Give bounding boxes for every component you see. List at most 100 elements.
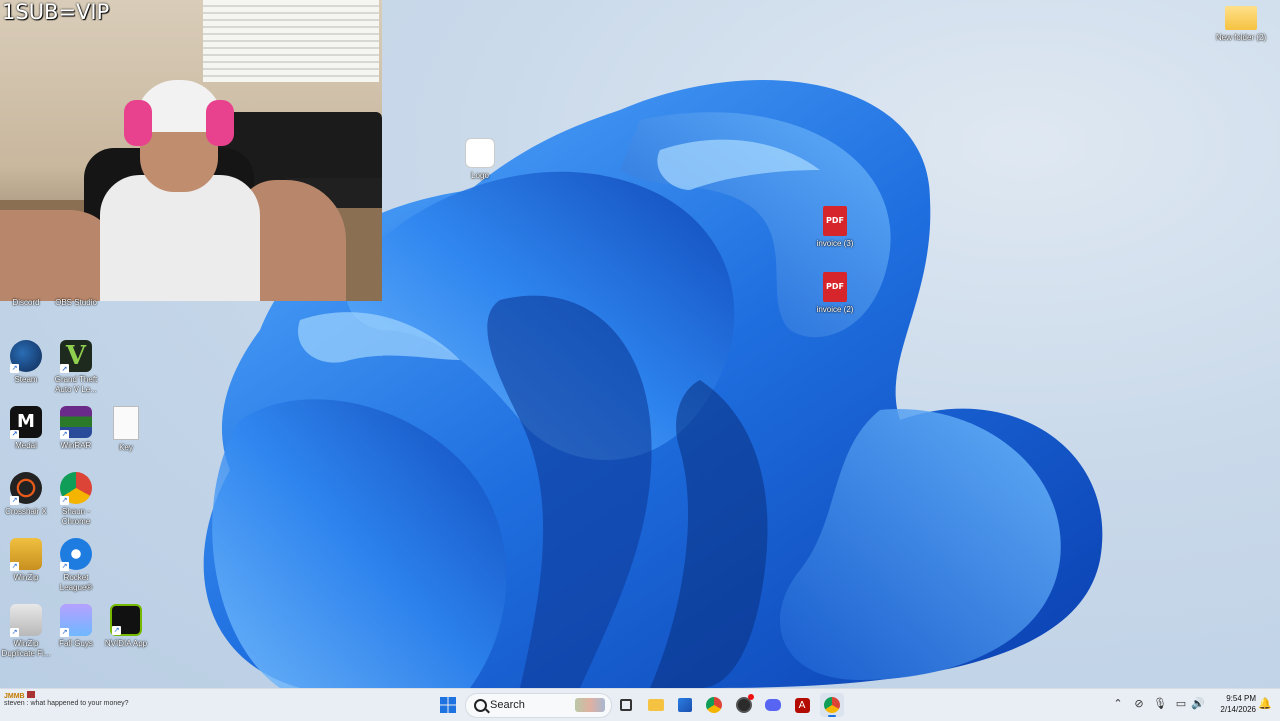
shortcut-arrow-icon: ↗	[60, 628, 69, 637]
desktop-icon-new-folder[interactable]: New folder (2)	[1215, 6, 1267, 43]
desktop-icon-label: Medal	[15, 441, 37, 450]
window-blinds	[203, 0, 379, 82]
rocket-league-icon: ↗	[60, 538, 92, 571]
nvidia-icon: ↗	[110, 604, 142, 636]
desktop-icon-label: Grand Theft Auto V Le...	[54, 375, 98, 394]
desktop-icon-key[interactable]: Key	[100, 406, 152, 453]
taskbar-file-explorer[interactable]	[644, 693, 668, 717]
desktop-icon-logo[interactable]: Logo	[454, 138, 506, 181]
network-icon: ▭	[1175, 697, 1187, 710]
gta-v-icon: V ↗	[60, 340, 92, 373]
search-icon	[474, 699, 487, 712]
chrome-icon	[824, 697, 840, 713]
desktop-icon-rocket-league[interactable]: ↗ Rocket League®	[50, 538, 102, 593]
search-highlight-icon	[575, 698, 605, 712]
fall-guys-icon: ↗	[60, 604, 92, 637]
desktop-icon-invoice-2[interactable]: PDF invoice (2)	[809, 272, 861, 315]
shortcut-arrow-icon: ↗	[60, 496, 69, 505]
desktop-icon-nvidia[interactable]: ↗ NVIDIA App	[100, 604, 152, 649]
stream-chat-overlay: JMMB steven : what happened to your mone…	[4, 691, 129, 707]
shortcut-arrow-icon: ↗	[60, 364, 69, 373]
active-indicator	[828, 715, 836, 717]
network-button[interactable]: ▭	[1174, 697, 1188, 711]
shortcut-arrow-icon: ↗	[10, 430, 19, 439]
notification-bell-icon: 🔔	[1258, 697, 1272, 710]
recording-dot-icon	[748, 694, 754, 700]
shortcut-arrow-icon: ↗	[10, 562, 19, 571]
desktop-icon-label: Shaun - Chrome	[61, 507, 91, 526]
shortcut-arrow-icon: ↗	[10, 628, 19, 637]
desktop-icon-obs[interactable]: OBS Studio	[50, 298, 102, 308]
system-clock[interactable]: 9:54 PM 2/14/2026	[1210, 693, 1256, 715]
desktop-icon-fall-guys[interactable]: ↗ Fall Guys	[50, 604, 102, 649]
person-shirt	[100, 175, 260, 301]
store-icon	[678, 698, 692, 712]
shortcut-arrow-icon: ↗	[60, 430, 69, 439]
desktop-icon-winzip[interactable]: ↗ WinZip	[0, 538, 52, 583]
desktop-icon-medal[interactable]: M ↗ Medal	[0, 406, 52, 451]
volume-button[interactable]: 🔊	[1191, 697, 1205, 711]
steam-icon: ↗	[10, 340, 42, 373]
desktop-icon-label: OBS Studio	[55, 298, 97, 307]
taskbar-discord[interactable]	[761, 693, 785, 717]
desktop-icon-label: Crosshair X	[5, 507, 47, 516]
desktop-icon-label: invoice (2)	[816, 305, 854, 314]
start-button[interactable]	[436, 693, 460, 717]
desktop-icon-invoice-3[interactable]: PDF invoice (3)	[809, 206, 861, 249]
chevron-up-icon: ⌃	[1113, 697, 1123, 710]
microphone-button[interactable]: 🎙	[1153, 697, 1167, 711]
desktop-icon-chrome-shaun[interactable]: ↗ Shaun - Chrome	[50, 472, 102, 527]
taskbar-acrobat[interactable]: A	[790, 693, 814, 717]
desktop: 1SUB=VIP Discord OBS Studio ↗ Steam V ↗ G…	[0, 0, 1280, 688]
folder-icon	[648, 699, 664, 711]
desktop-icon-gta[interactable]: V ↗ Grand Theft Auto V Le...	[50, 340, 102, 395]
shortcut-arrow-icon: ↗	[10, 364, 19, 373]
volume-icon: 🔊	[1191, 697, 1205, 710]
microphone-icon: 🎙	[1153, 697, 1167, 710]
shortcut-arrow-icon: ↗	[60, 562, 69, 571]
acrobat-icon: A	[794, 697, 810, 713]
notifications-button[interactable]: 🔔	[1258, 697, 1272, 711]
chrome-icon	[706, 697, 722, 713]
shortcut-arrow-icon: ↗	[10, 496, 19, 505]
taskbar-obs[interactable]	[732, 693, 756, 717]
desktop-icon-discord[interactable]: Discord	[0, 298, 52, 308]
tray-app-button[interactable]: ⊘	[1132, 697, 1146, 711]
pdf-icon: PDF	[823, 206, 847, 236]
winzip-icon: ↗	[10, 538, 42, 571]
desktop-icon-label: Discord	[12, 298, 40, 307]
show-hidden-icons-button[interactable]: ⌃	[1111, 697, 1125, 711]
chrome-icon: ↗	[60, 472, 92, 505]
taskbar-task-view[interactable]	[614, 693, 638, 717]
desktop-icon-label: New folder (2)	[1215, 33, 1267, 42]
desktop-icon-winrar[interactable]: ↗ WinRAR	[50, 406, 102, 451]
webcam-overlay: 1SUB=VIP	[0, 0, 382, 301]
text-file-icon	[113, 406, 139, 440]
desktop-icon-label: WinRAR	[60, 441, 92, 450]
tray-app-icon: ⊘	[1134, 697, 1144, 710]
medal-icon: M ↗	[10, 406, 42, 439]
taskbar-chrome[interactable]	[702, 693, 726, 717]
desktop-icon-label: WinZip	[13, 573, 39, 582]
taskbar-microsoft-store[interactable]	[673, 693, 697, 717]
desktop-icon-label: Logo	[471, 171, 489, 180]
desktop-icon-crosshair[interactable]: ↗ Crosshair X	[0, 472, 52, 517]
pdf-icon: PDF	[823, 272, 847, 302]
taskbar-search-box[interactable]: Search	[465, 693, 612, 718]
desktop-icon-winzip-duplicate[interactable]: ↗ WinZip Duplicate Fi...	[0, 604, 52, 659]
desktop-icon-steam[interactable]: ↗ Steam	[0, 340, 52, 385]
desktop-icon-label: invoice (3)	[816, 239, 854, 248]
windows-logo-icon	[440, 697, 456, 713]
desktop-icon-label: Key	[119, 443, 133, 452]
search-placeholder: Search	[490, 699, 525, 711]
desktop-icon-label: Steam	[14, 375, 38, 384]
stream-overlay-text: 1SUB=VIP	[2, 0, 110, 24]
headphones-icon	[206, 100, 234, 146]
image-file-icon	[465, 138, 495, 168]
task-view-icon	[620, 699, 632, 711]
desktop-icon-label: WinZip Duplicate Fi...	[1, 639, 51, 658]
folder-icon	[1225, 6, 1257, 30]
shortcut-arrow-icon: ↗	[112, 626, 121, 635]
chat-message: steven : what happened to your money?	[4, 700, 129, 707]
taskbar-chrome-active[interactable]	[820, 693, 844, 717]
